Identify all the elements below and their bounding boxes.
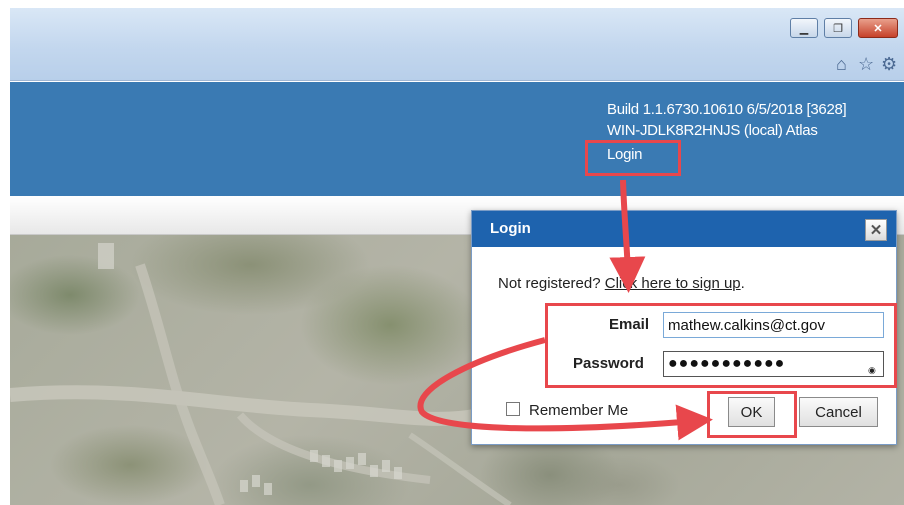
arrow-login-to-dialog — [609, 179, 646, 293]
annotation-arrows — [417, 179, 713, 441]
arrow-credentials-to-ok — [417, 337, 713, 441]
